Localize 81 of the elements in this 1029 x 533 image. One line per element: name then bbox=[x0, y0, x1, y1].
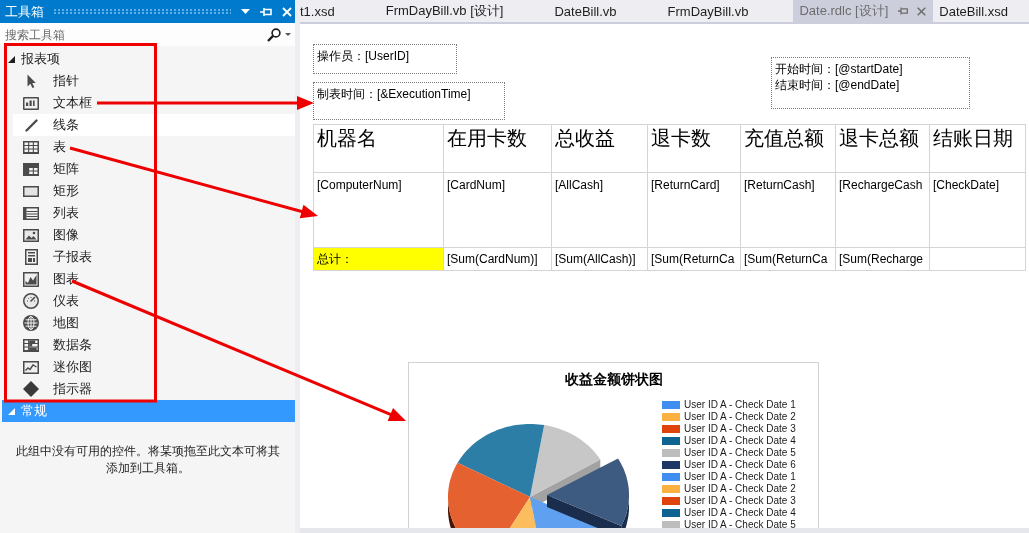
legend-label: User ID A - Check Date 3 bbox=[684, 495, 796, 507]
toolbox-item[interactable]: 指针 bbox=[13, 70, 295, 92]
document-tab[interactable]: FrmDayBill.vb bbox=[661, 0, 794, 22]
table-cell: [ReturnCard] bbox=[647, 172, 741, 248]
table-cell: [Sum(ReturnCa bbox=[647, 247, 741, 271]
document-tab[interactable]: DateBill.vb bbox=[548, 0, 662, 22]
table-icon bbox=[23, 140, 39, 154]
table-cell: [CardNum] bbox=[443, 172, 552, 248]
toolbox-item[interactable]: 文本框 bbox=[13, 92, 295, 114]
legend-label: User ID A - Check Date 2 bbox=[684, 411, 796, 423]
column-header: 结账日期 bbox=[929, 124, 1026, 173]
legend-label: User ID A - Check Date 4 bbox=[684, 435, 796, 447]
pin-icon[interactable] bbox=[898, 7, 909, 15]
search-icon[interactable] bbox=[267, 27, 281, 42]
toolbox-item[interactable]: 地图 bbox=[13, 312, 295, 334]
table-cell: [AllCash] bbox=[551, 172, 648, 248]
pointer-icon bbox=[26, 74, 36, 88]
table-cell: [Sum(ReturnCa bbox=[740, 247, 836, 271]
toolbox-item[interactable]: 图像 bbox=[13, 224, 295, 246]
toolbox-item[interactable]: 迷你图 bbox=[13, 356, 295, 378]
toolbox-item[interactable]: 表 bbox=[13, 136, 295, 158]
document-tab[interactable]: DateBill.xsd bbox=[933, 0, 1029, 22]
toolbox-item[interactable]: 线条 bbox=[13, 114, 295, 136]
toolbox-item[interactable]: 数据条 bbox=[13, 334, 295, 356]
table-cell: [ReturnCash] bbox=[740, 172, 836, 248]
document-icon bbox=[24, 249, 38, 265]
textbox-icon bbox=[23, 96, 39, 110]
globe-icon bbox=[23, 315, 39, 331]
column-header: 机器名 bbox=[313, 124, 444, 173]
table-cell: [Sum(AllCash)] bbox=[551, 247, 648, 271]
line-icon bbox=[24, 118, 38, 132]
rectangle-icon bbox=[23, 185, 39, 197]
gauge-icon bbox=[23, 293, 39, 309]
table-cell: [RechargeCash bbox=[835, 172, 930, 248]
table-cell: [CheckDate] bbox=[929, 172, 1026, 248]
legend-label: User ID A - Check Date 2 bbox=[684, 483, 796, 495]
search-box[interactable]: 搜索工具箱 bbox=[0, 23, 295, 46]
table-cell: [Sum(CardNum)] bbox=[443, 247, 552, 271]
grip-icon bbox=[54, 9, 231, 14]
column-header: 退卡数 bbox=[647, 124, 741, 173]
list-icon bbox=[23, 206, 39, 220]
chart-icon bbox=[23, 271, 39, 287]
legend-label: User ID A - Check Date 5 bbox=[684, 447, 796, 459]
column-header: 在用卡数 bbox=[443, 124, 552, 173]
caret-down-icon[interactable] bbox=[241, 9, 250, 14]
panel-title: 工具箱 bbox=[5, 2, 44, 21]
image-icon bbox=[23, 228, 39, 242]
toolbox-item[interactable]: 子报表 bbox=[13, 246, 295, 268]
document-tab[interactable]: t1.xsd bbox=[300, 0, 380, 22]
close-icon[interactable] bbox=[917, 6, 927, 16]
document-tab[interactable]: FrmDayBill.vb [设计] bbox=[379, 0, 549, 22]
toolbox-item[interactable]: 列表 bbox=[13, 202, 295, 224]
empty-group-message: 此组中没有可用的控件。将某项拖至此文本可将其添加到工具箱。 bbox=[14, 443, 281, 477]
matrix-icon bbox=[23, 162, 39, 176]
group-header[interactable]: 报表项 bbox=[2, 48, 295, 70]
toolbox-item[interactable]: 指示器 bbox=[13, 378, 295, 400]
legend-label: User ID A - Check Date 5 bbox=[684, 519, 796, 528]
toolbox-item[interactable]: 矩阵 bbox=[13, 158, 295, 180]
table-cell: [Sum(Recharge bbox=[835, 247, 930, 271]
column-header: 总收益 bbox=[551, 124, 648, 173]
legend-label: User ID A - Check Date 1 bbox=[684, 399, 796, 411]
report-textbox[interactable]: 操作员：[UserID] bbox=[313, 44, 457, 74]
column-header: 充值总额 bbox=[740, 124, 836, 173]
total-label-cell: 总计： bbox=[313, 247, 444, 271]
column-header: 退卡总额 bbox=[835, 124, 930, 173]
legend-label: User ID A - Check Date 1 bbox=[684, 471, 796, 483]
diamond-icon bbox=[23, 381, 39, 397]
legend-label: User ID A - Check Date 6 bbox=[684, 459, 796, 471]
toolbox-item[interactable]: 仪表 bbox=[13, 290, 295, 312]
legend-label: User ID A - Check Date 3 bbox=[684, 423, 796, 435]
legend-label: User ID A - Check Date 4 bbox=[684, 507, 796, 519]
report-textbox[interactable]: 制表时间：[&ExecutionTime] bbox=[313, 82, 505, 120]
data-bar-icon bbox=[23, 338, 39, 352]
report-textbox[interactable]: 开始时间：[@startDate] 结束时间：[@endDate] bbox=[771, 57, 970, 109]
caret-down-icon[interactable] bbox=[285, 33, 291, 36]
line-chart-icon bbox=[23, 360, 39, 374]
search-field[interactable]: 搜索工具箱 bbox=[5, 27, 263, 42]
chart-title: 收益金额饼状图 bbox=[564, 370, 663, 388]
table-cell: [ComputerNum] bbox=[313, 172, 444, 248]
expand-triangle-icon[interactable] bbox=[8, 55, 15, 63]
toolbox-item[interactable]: 矩形 bbox=[13, 180, 295, 202]
